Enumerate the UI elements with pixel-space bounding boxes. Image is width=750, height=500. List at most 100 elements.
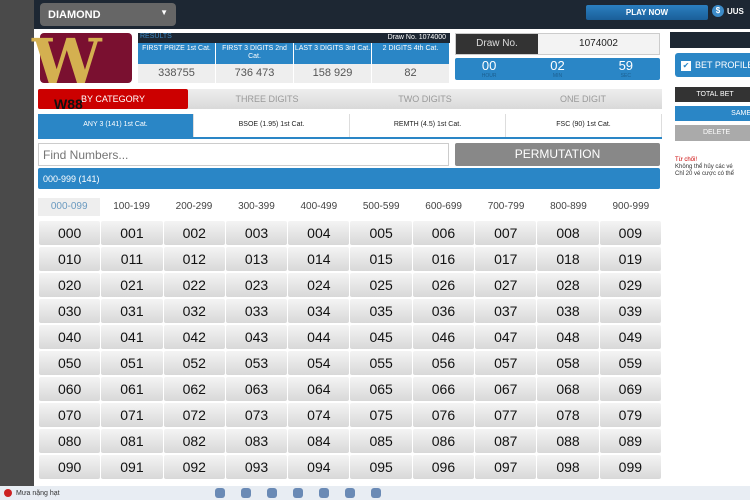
same-button[interactable]: SAME [675,106,750,121]
number-button[interactable]: 062 [163,377,225,401]
number-button[interactable]: 027 [475,273,537,297]
number-button[interactable]: 003 [225,221,288,245]
app-icon[interactable] [293,488,303,498]
number-button[interactable]: 089 [599,429,661,453]
number-button[interactable]: 046 [412,325,475,349]
number-button[interactable]: 035 [350,299,412,323]
number-button[interactable]: 057 [475,351,537,375]
number-button[interactable]: 060 [39,377,101,401]
number-button[interactable]: 068 [537,377,599,401]
number-button[interactable]: 054 [288,351,350,375]
number-button[interactable]: 028 [537,273,599,297]
number-button[interactable]: 092 [163,455,225,479]
number-button[interactable]: 034 [288,299,350,323]
number-button[interactable]: 090 [39,455,101,479]
range-tab[interactable]: 600-699 [412,198,474,216]
range-tab[interactable]: 500-599 [350,198,412,216]
game-select[interactable]: DIAMOND ▼ [40,3,176,26]
number-button[interactable]: 069 [599,377,661,401]
number-button[interactable]: 016 [412,247,475,271]
number-button[interactable]: 053 [225,351,288,375]
number-button[interactable]: 065 [350,377,412,401]
number-button[interactable]: 070 [39,403,101,427]
bet-type-tab[interactable]: REMTH (4.5) 1st Cat. [350,114,506,137]
number-button[interactable]: 063 [225,377,288,401]
range-tab[interactable]: 700-799 [475,198,537,216]
number-button[interactable]: 075 [350,403,412,427]
number-button[interactable]: 080 [39,429,101,453]
number-button[interactable]: 087 [475,429,537,453]
number-button[interactable]: 042 [163,325,225,349]
number-button[interactable]: 040 [39,325,101,349]
number-button[interactable]: 078 [537,403,599,427]
number-button[interactable]: 043 [225,325,288,349]
number-button[interactable]: 032 [163,299,225,323]
number-button[interactable]: 022 [163,273,225,297]
number-button[interactable]: 083 [225,429,288,453]
number-button[interactable]: 011 [101,247,163,271]
number-button[interactable]: 096 [412,455,475,479]
number-button[interactable]: 017 [475,247,537,271]
find-numbers-input[interactable] [38,143,449,166]
number-button[interactable]: 015 [350,247,412,271]
number-button[interactable]: 066 [412,377,475,401]
bet-type-tab[interactable]: ANY 3 (141) 1st Cat. [38,114,194,137]
number-button[interactable]: 045 [350,325,412,349]
number-button[interactable]: 095 [350,455,412,479]
number-button[interactable]: 005 [350,221,412,245]
range-tab[interactable]: 100-199 [100,198,162,216]
range-tab[interactable]: 000-099 [38,198,101,216]
number-button[interactable]: 079 [599,403,661,427]
number-button[interactable]: 023 [225,273,288,297]
number-button[interactable]: 093 [225,455,288,479]
delete-button[interactable]: DELETE [675,125,750,141]
number-button[interactable]: 038 [537,299,599,323]
number-button[interactable]: 020 [39,273,101,297]
bet-type-tab[interactable]: FSC (90) 1st Cat. [506,114,662,137]
number-button[interactable]: 033 [225,299,288,323]
tab-one-digit[interactable]: ONE DIGIT [504,89,662,109]
number-button[interactable]: 010 [39,247,101,271]
number-button[interactable]: 050 [39,351,101,375]
number-button[interactable]: 013 [225,247,288,271]
number-button[interactable]: 098 [537,455,599,479]
number-button[interactable]: 074 [288,403,350,427]
folder-icon[interactable] [319,488,329,498]
number-button[interactable]: 000 [39,221,101,245]
number-button[interactable]: 081 [101,429,163,453]
bet-type-tab[interactable]: BSOE (1.95) 1st Cat. [194,114,350,137]
search-icon[interactable] [241,488,251,498]
app-icon[interactable] [371,488,381,498]
number-button[interactable]: 091 [101,455,163,479]
range-tab[interactable]: 400-499 [288,198,350,216]
tab-two-digits[interactable]: TWO DIGITS [346,89,504,109]
number-button[interactable]: 094 [288,455,350,479]
browser-icon[interactable] [345,488,355,498]
number-button[interactable]: 085 [350,429,412,453]
range-tab[interactable]: 300-399 [225,198,287,216]
number-button[interactable]: 086 [412,429,475,453]
number-button[interactable]: 047 [475,325,537,349]
number-button[interactable]: 009 [599,221,661,245]
number-button[interactable]: 071 [101,403,163,427]
number-button[interactable]: 001 [101,221,163,245]
user-info[interactable]: $ UUS [712,5,744,17]
number-button[interactable]: 004 [288,221,350,245]
number-button[interactable]: 014 [288,247,350,271]
number-button[interactable]: 073 [225,403,288,427]
number-button[interactable]: 002 [163,221,225,245]
number-button[interactable]: 072 [163,403,225,427]
number-button[interactable]: 021 [101,273,163,297]
number-button[interactable]: 007 [475,221,537,245]
number-button[interactable]: 051 [101,351,163,375]
number-button[interactable]: 041 [101,325,163,349]
number-button[interactable]: 012 [163,247,225,271]
start-icon[interactable] [215,488,225,498]
range-bar[interactable]: 000-999 (141) [38,168,660,189]
number-button[interactable]: 019 [599,247,661,271]
number-button[interactable]: 029 [599,273,661,297]
number-button[interactable]: 025 [350,273,412,297]
number-button[interactable]: 055 [350,351,412,375]
number-button[interactable]: 059 [599,351,661,375]
permutation-button[interactable]: PERMUTATION [455,143,660,166]
